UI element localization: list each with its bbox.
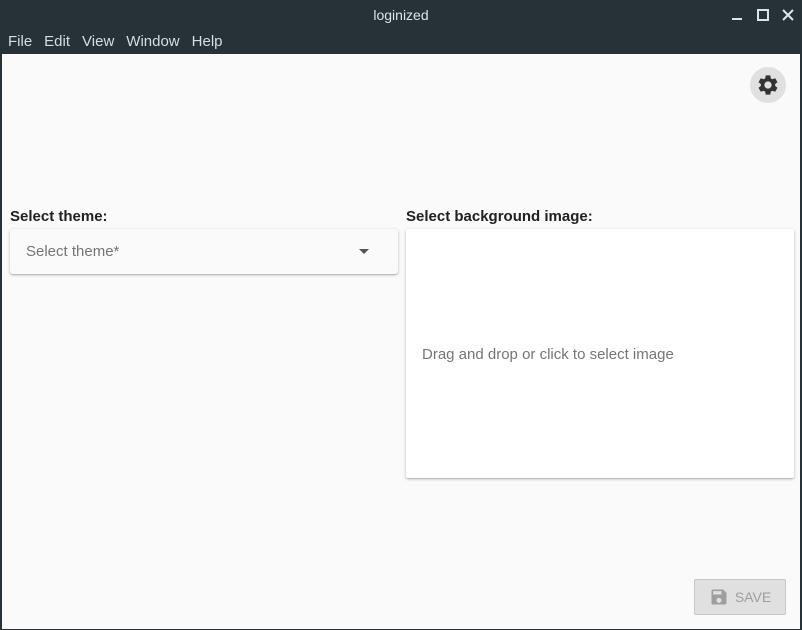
theme-select[interactable]: Select theme*: [10, 229, 398, 274]
floppy-disk-icon: [711, 589, 727, 605]
menu-edit[interactable]: Edit: [38, 30, 76, 54]
theme-select-placeholder: Select theme*: [26, 243, 120, 260]
maximize-icon: [757, 9, 769, 21]
close-button[interactable]: [779, 6, 797, 24]
menu-bar: File Edit View Window Help: [0, 30, 802, 54]
window-title: loginized: [373, 7, 429, 23]
background-label: Select background image:: [406, 208, 593, 225]
save-button[interactable]: SAVE: [694, 579, 786, 615]
minimize-icon: [732, 18, 742, 20]
menu-window[interactable]: Window: [120, 30, 185, 54]
main-content: Select theme: Select background image: S…: [2, 54, 800, 629]
menu-help[interactable]: Help: [186, 30, 229, 54]
image-dropzone[interactable]: Drag and drop or click to select image: [406, 229, 794, 478]
title-bar: loginized: [0, 0, 802, 30]
settings-button[interactable]: [750, 67, 786, 103]
maximize-button[interactable]: [754, 6, 772, 24]
gear-icon: [758, 75, 778, 95]
menu-view[interactable]: View: [76, 30, 120, 54]
app-window: loginized File Edit View Window Help Sel…: [0, 0, 802, 630]
dropdown-arrow-icon: [359, 249, 369, 254]
theme-label: Select theme:: [10, 208, 108, 225]
minimize-button[interactable]: [728, 6, 746, 24]
save-button-label: SAVE: [734, 589, 772, 605]
dropzone-hint: Drag and drop or click to select image: [422, 346, 674, 363]
menu-file[interactable]: File: [2, 30, 38, 54]
close-icon: [782, 9, 794, 21]
